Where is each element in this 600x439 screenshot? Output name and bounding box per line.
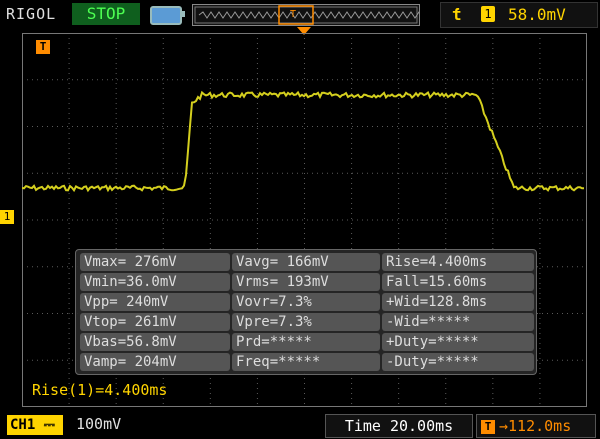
measurement-item: Vpre=7.3% <box>232 313 380 331</box>
timebase-readout[interactable]: Time 20.00ms <box>325 414 473 438</box>
measurement-item: Vpp= 240mV <box>80 293 230 311</box>
measurement-panel[interactable]: Vmax= 276mV Vavg= 166mV Rise=4.400ms Vmin=3… <box>75 249 537 375</box>
bottom-status-bar: CH1 ⎓ 100mV Time 20.00ms T →112.0ms <box>0 411 600 439</box>
channel-1-scale[interactable]: 100mV <box>76 415 121 433</box>
trigger-level-value: 58.0mV <box>508 5 566 24</box>
battery-icon <box>150 6 185 25</box>
trigger-offset-value: 112.0ms <box>508 417 572 435</box>
measurement-item: Vmin=36.0mV <box>80 273 230 291</box>
measurement-item: Vovr=7.3% <box>232 293 380 311</box>
measurement-item: -Wid=***** <box>382 313 534 331</box>
measurement-item: Fall=15.60ms <box>382 273 534 291</box>
dc-coupling-icon: ⎓ <box>35 417 55 433</box>
channel-1-waveform <box>22 90 584 193</box>
brand-logo: RIGOL <box>6 5 57 23</box>
active-measurement-readout: Rise(1)=4.400ms <box>32 381 168 399</box>
measurement-item: Freq=***** <box>232 353 380 371</box>
measurement-item: Vtop= 261mV <box>80 313 230 331</box>
channel-1-badge[interactable]: CH1 ⎓ <box>7 415 63 435</box>
measurement-item: Rise=4.400ms <box>382 253 534 271</box>
memory-waveform-preview: T <box>194 5 424 25</box>
trigger-offset-readout[interactable]: T →112.0ms <box>476 414 596 438</box>
measurement-item: Prd=***** <box>232 333 380 351</box>
trigger-offset-icon: T <box>481 419 495 434</box>
measurement-item: Vbas=56.8mV <box>80 333 230 351</box>
trigger-offset-arrow-icon: → <box>499 417 509 435</box>
channel-1-label: CH1 <box>10 417 36 433</box>
measurement-item: +Wid=128.8ms <box>382 293 534 311</box>
measurement-item: Vavg= 166mV <box>232 253 380 271</box>
measurement-item: +Duty=***** <box>382 333 534 351</box>
svg-text:T: T <box>290 9 296 20</box>
trigger-channel-badge: 1 <box>481 6 495 22</box>
channel-1-offset-marker[interactable]: 1 <box>0 210 14 224</box>
measurement-item: Vrms= 193mV <box>232 273 380 291</box>
run-stop-button[interactable]: STOP <box>72 3 140 25</box>
measurement-item: Vamp= 204mV <box>80 353 230 371</box>
measurement-item: Vmax= 276mV <box>80 253 230 271</box>
rising-edge-icon: ƭ <box>452 5 462 24</box>
memory-depth-indicator[interactable]: T <box>192 4 424 26</box>
measurement-item: -Duty=***** <box>382 353 534 371</box>
